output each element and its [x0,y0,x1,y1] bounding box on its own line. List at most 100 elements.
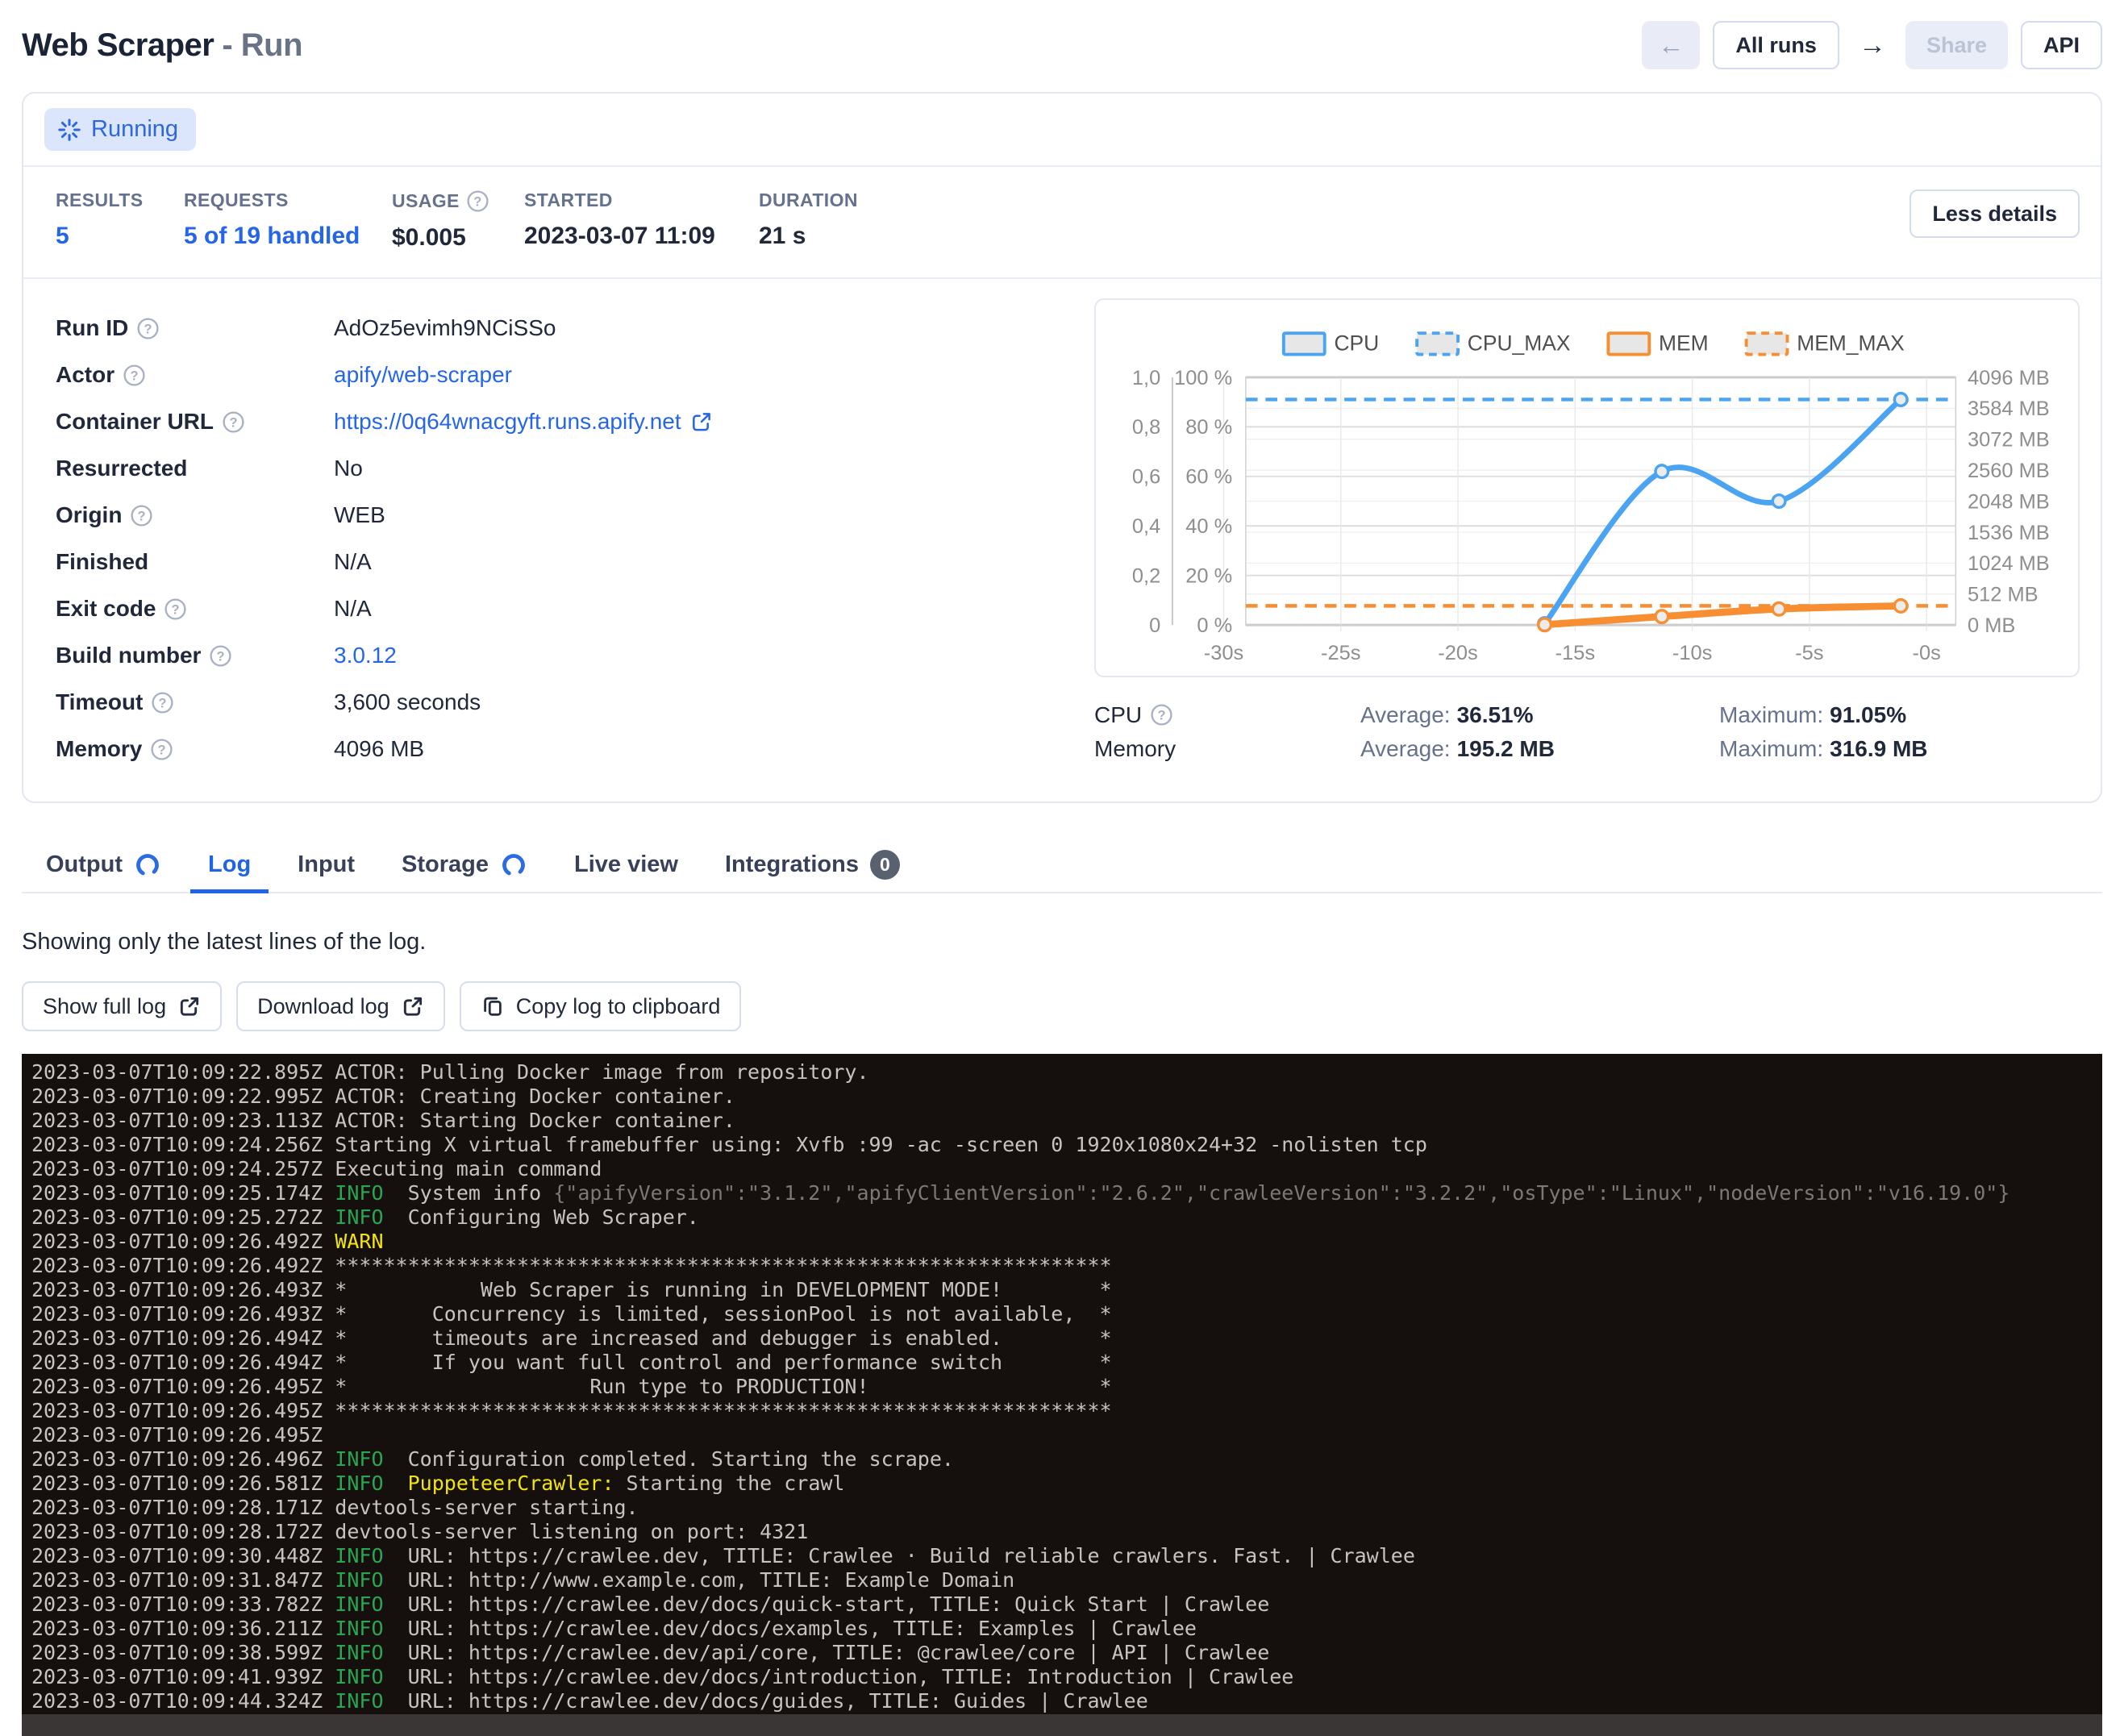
svg-text:100 %: 100 % [1174,367,1232,389]
tab-input[interactable]: Input [280,840,373,893]
stat-usage: USAGE?$0.005 [392,189,524,252]
log-line: 2023-03-07T10:09:26.493Z * Web Scraper i… [31,1278,2102,1302]
page-title: Web Scraper- Run [22,27,302,64]
stat-value[interactable]: 5 [56,223,184,250]
log-line: 2023-03-07T10:09:23.113Z ACTOR: Starting… [31,1109,2102,1133]
detail-row-timeout: Timeout?3,600 seconds [56,679,1094,726]
log-line: 2023-03-07T10:09:26.494Z * If you want f… [31,1351,2102,1375]
status-label: Running [91,116,178,143]
legend-cpu[interactable]: CPU [1284,331,1379,356]
stat-value[interactable]: 5 of 19 handled [184,223,392,250]
external-link-icon [177,995,201,1018]
stat-label: REQUESTS [184,189,392,211]
less-details-button[interactable]: Less details [1910,189,2080,238]
detail-value: 4096 MB [334,736,424,762]
svg-text:?: ? [158,743,166,757]
tab-integrations[interactable]: Integrations0 [707,840,918,893]
detail-value[interactable]: apify/web-scraper [334,362,512,388]
log-line: 2023-03-07T10:09:28.171Z devtools-server… [31,1496,2102,1520]
question-icon[interactable]: ? [466,189,489,213]
log-horizontal-scrollbar[interactable] [22,1714,2102,1736]
svg-text:CPU_MAX: CPU_MAX [1468,331,1571,356]
tab-log[interactable]: Log [190,840,269,893]
question-icon[interactable]: ? [151,691,174,714]
detail-row-build-number: Build number?3.0.12 [56,632,1094,679]
question-icon[interactable]: ? [136,317,160,340]
svg-text:3584 MB: 3584 MB [1968,398,2050,420]
next-run-button[interactable]: → [1852,30,1893,61]
detail-row-memory: Memory?4096 MB [56,726,1094,772]
svg-text:?: ? [473,194,481,209]
button-label: Copy log to clipboard [516,994,721,1019]
log-line: 2023-03-07T10:09:31.847Z INFO URL: http:… [31,1568,2102,1592]
question-icon[interactable]: ? [130,504,153,527]
previous-run-button[interactable]: ← [1642,21,1700,69]
log-viewer[interactable]: 2023-03-07T10:09:22.895Z ACTOR: Pulling … [22,1054,2102,1736]
svg-text:60 %: 60 % [1185,466,1232,489]
show-full-log-button[interactable]: Show full log [22,981,222,1031]
usage-chart-card: 1,00,80,60,40,20100 %80 %60 %40 %20 %0 %… [1094,298,2080,677]
legend-cpu_max[interactable]: CPU_MAX [1417,331,1571,356]
log-line: 2023-03-07T10:09:26.581Z INFO PuppeteerC… [31,1472,2102,1496]
svg-text:?: ? [131,368,139,383]
usage-summary: CPU?Average:36.51%Maximum:91.05%MemoryAv… [1094,698,2080,766]
share-button[interactable]: Share [1905,21,2008,69]
usage-maximum-value: 91.05% [1830,702,1906,727]
svg-text:2560 MB: 2560 MB [1968,460,2050,482]
copy-icon [481,994,505,1018]
legend-mem_max[interactable]: MEM_MAX [1747,331,1905,356]
question-icon[interactable]: ? [209,644,232,668]
data-point-mem [1539,618,1551,631]
svg-text:3072 MB: 3072 MB [1968,429,2050,452]
usage-label: CPU? [1094,702,1360,728]
stat-label: USAGE? [392,189,524,213]
svg-text:CPU: CPU [1334,331,1379,356]
question-icon[interactable]: ? [123,364,146,387]
log-line: 2023-03-07T10:09:22.995Z ACTOR: Creating… [31,1084,2102,1109]
run-details-list: Run ID?AdOz5evimh9NCiSSoActor?apify/web-… [56,298,1094,772]
usage-maximum-label: Maximum: [1719,736,1823,761]
tab-output[interactable]: Output [28,840,179,893]
download-log-button[interactable]: Download log [236,981,445,1031]
svg-text:1,0: 1,0 [1132,367,1160,389]
log-line: 2023-03-07T10:09:44.324Z INFO URL: https… [31,1689,2102,1713]
usage-average-label: Average: [1360,702,1451,727]
usage-maximum-value: 316.9 MB [1830,736,1927,761]
tab-live-view[interactable]: Live view [556,840,696,893]
usage-maximum: Maximum:91.05% [1719,702,2080,728]
page-header: Web Scraper- Run ← All runs → Share API [22,0,2102,69]
question-icon[interactable]: ? [222,410,245,434]
arrow-left-icon: ← [1658,31,1684,60]
api-button[interactable]: API [2021,21,2102,69]
usage-average: Average:195.2 MB [1360,736,1719,762]
header-controls: ← All runs → Share API [1642,21,2102,69]
status-row: Running [23,94,2101,165]
detail-value[interactable]: https://0q64wnacgyft.runs.apify.net [334,409,713,435]
detail-row-exit-code: Exit code?N/A [56,585,1094,632]
log-line: 2023-03-07T10:09:24.256Z Starting X virt… [31,1133,2102,1157]
svg-text:-25s: -25s [1321,642,1360,664]
tab-label: Output [46,851,123,878]
log-line: 2023-03-07T10:09:26.495Z [31,1423,2102,1447]
all-runs-button[interactable]: All runs [1713,21,1839,69]
svg-text:-10s: -10s [1672,642,1712,664]
stat-label: RESULTS [56,189,184,211]
svg-text:0 MB: 0 MB [1968,614,2015,637]
copy-log-to-clipboard-button[interactable]: Copy log to clipboard [460,981,742,1031]
question-icon[interactable]: ? [164,597,187,621]
log-line: 2023-03-07T10:09:26.495Z ***************… [31,1399,2102,1423]
detail-value[interactable]: 3.0.12 [334,643,397,668]
legend-mem[interactable]: MEM [1608,331,1708,356]
tab-storage[interactable]: Storage [384,840,545,893]
detail-row-resurrected: ResurrectedNo [56,445,1094,492]
log-line: 2023-03-07T10:09:36.211Z INFO URL: https… [31,1617,2102,1641]
log-line: 2023-03-07T10:09:25.174Z INFO System inf… [31,1181,2102,1205]
question-icon[interactable]: ? [1150,703,1173,726]
detail-label: Exit code? [56,596,334,622]
log-line: 2023-03-07T10:09:26.492Z ***************… [31,1254,2102,1278]
question-icon[interactable]: ? [150,738,173,761]
detail-label: Origin? [56,502,334,528]
series-line-mem [1545,606,1901,624]
page-title-suffix: - Run [222,27,302,63]
run-stats-row: RESULTS 5REQUESTS 5 of 19 handledUSAGE?$0.… [23,167,2101,277]
